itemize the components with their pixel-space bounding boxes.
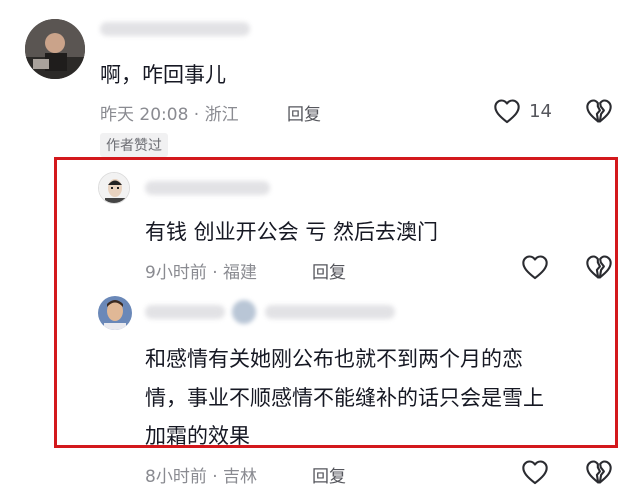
- username-blurred[interactable]: [100, 22, 250, 36]
- broken-heart-icon: [585, 459, 613, 485]
- avatar[interactable]: [98, 172, 130, 204]
- like-button[interactable]: 14: [493, 98, 552, 124]
- reply-to-avatar-blurred: [232, 300, 256, 324]
- comment-text-line: 和感情有关她刚公布也就不到两个月的恋: [145, 347, 523, 371]
- author-liked-badge: 作者赞过: [100, 133, 168, 157]
- reply-to-username-blurred[interactable]: [265, 305, 395, 319]
- avatar[interactable]: [98, 296, 132, 330]
- dislike-button[interactable]: [585, 459, 613, 485]
- reply-button[interactable]: 回复: [287, 100, 321, 125]
- heart-outline-icon: [521, 254, 549, 280]
- broken-heart-icon: [585, 98, 613, 124]
- reply-button[interactable]: 回复: [312, 462, 346, 487]
- heart-outline-icon: [493, 98, 521, 124]
- username-blurred[interactable]: [145, 305, 225, 319]
- comment-text: 啊，咋回事儿: [100, 63, 226, 87]
- username-blurred[interactable]: [145, 181, 270, 195]
- like-button[interactable]: [521, 459, 549, 485]
- comment-text-line: 情，事业不顺感情不能缝补的话只会是雪上: [145, 386, 544, 410]
- comment-meta: 8小时前 · 吉林: [145, 467, 258, 487]
- comment-meta: 9小时前 · 福建: [145, 263, 258, 283]
- dislike-button[interactable]: [585, 254, 613, 280]
- avatar[interactable]: [25, 19, 85, 79]
- heart-outline-icon: [521, 459, 549, 485]
- reply-button[interactable]: 回复: [312, 258, 346, 283]
- comment-text: 有钱 创业开公会 亏 然后去澳门: [145, 220, 439, 244]
- like-count: 14: [529, 100, 552, 122]
- comment-meta: 昨天 20:08 · 浙江: [100, 105, 239, 125]
- comment-text-line: 加霜的效果: [145, 424, 250, 448]
- like-button[interactable]: [521, 254, 549, 280]
- dislike-button[interactable]: [585, 98, 613, 124]
- broken-heart-icon: [585, 254, 613, 280]
